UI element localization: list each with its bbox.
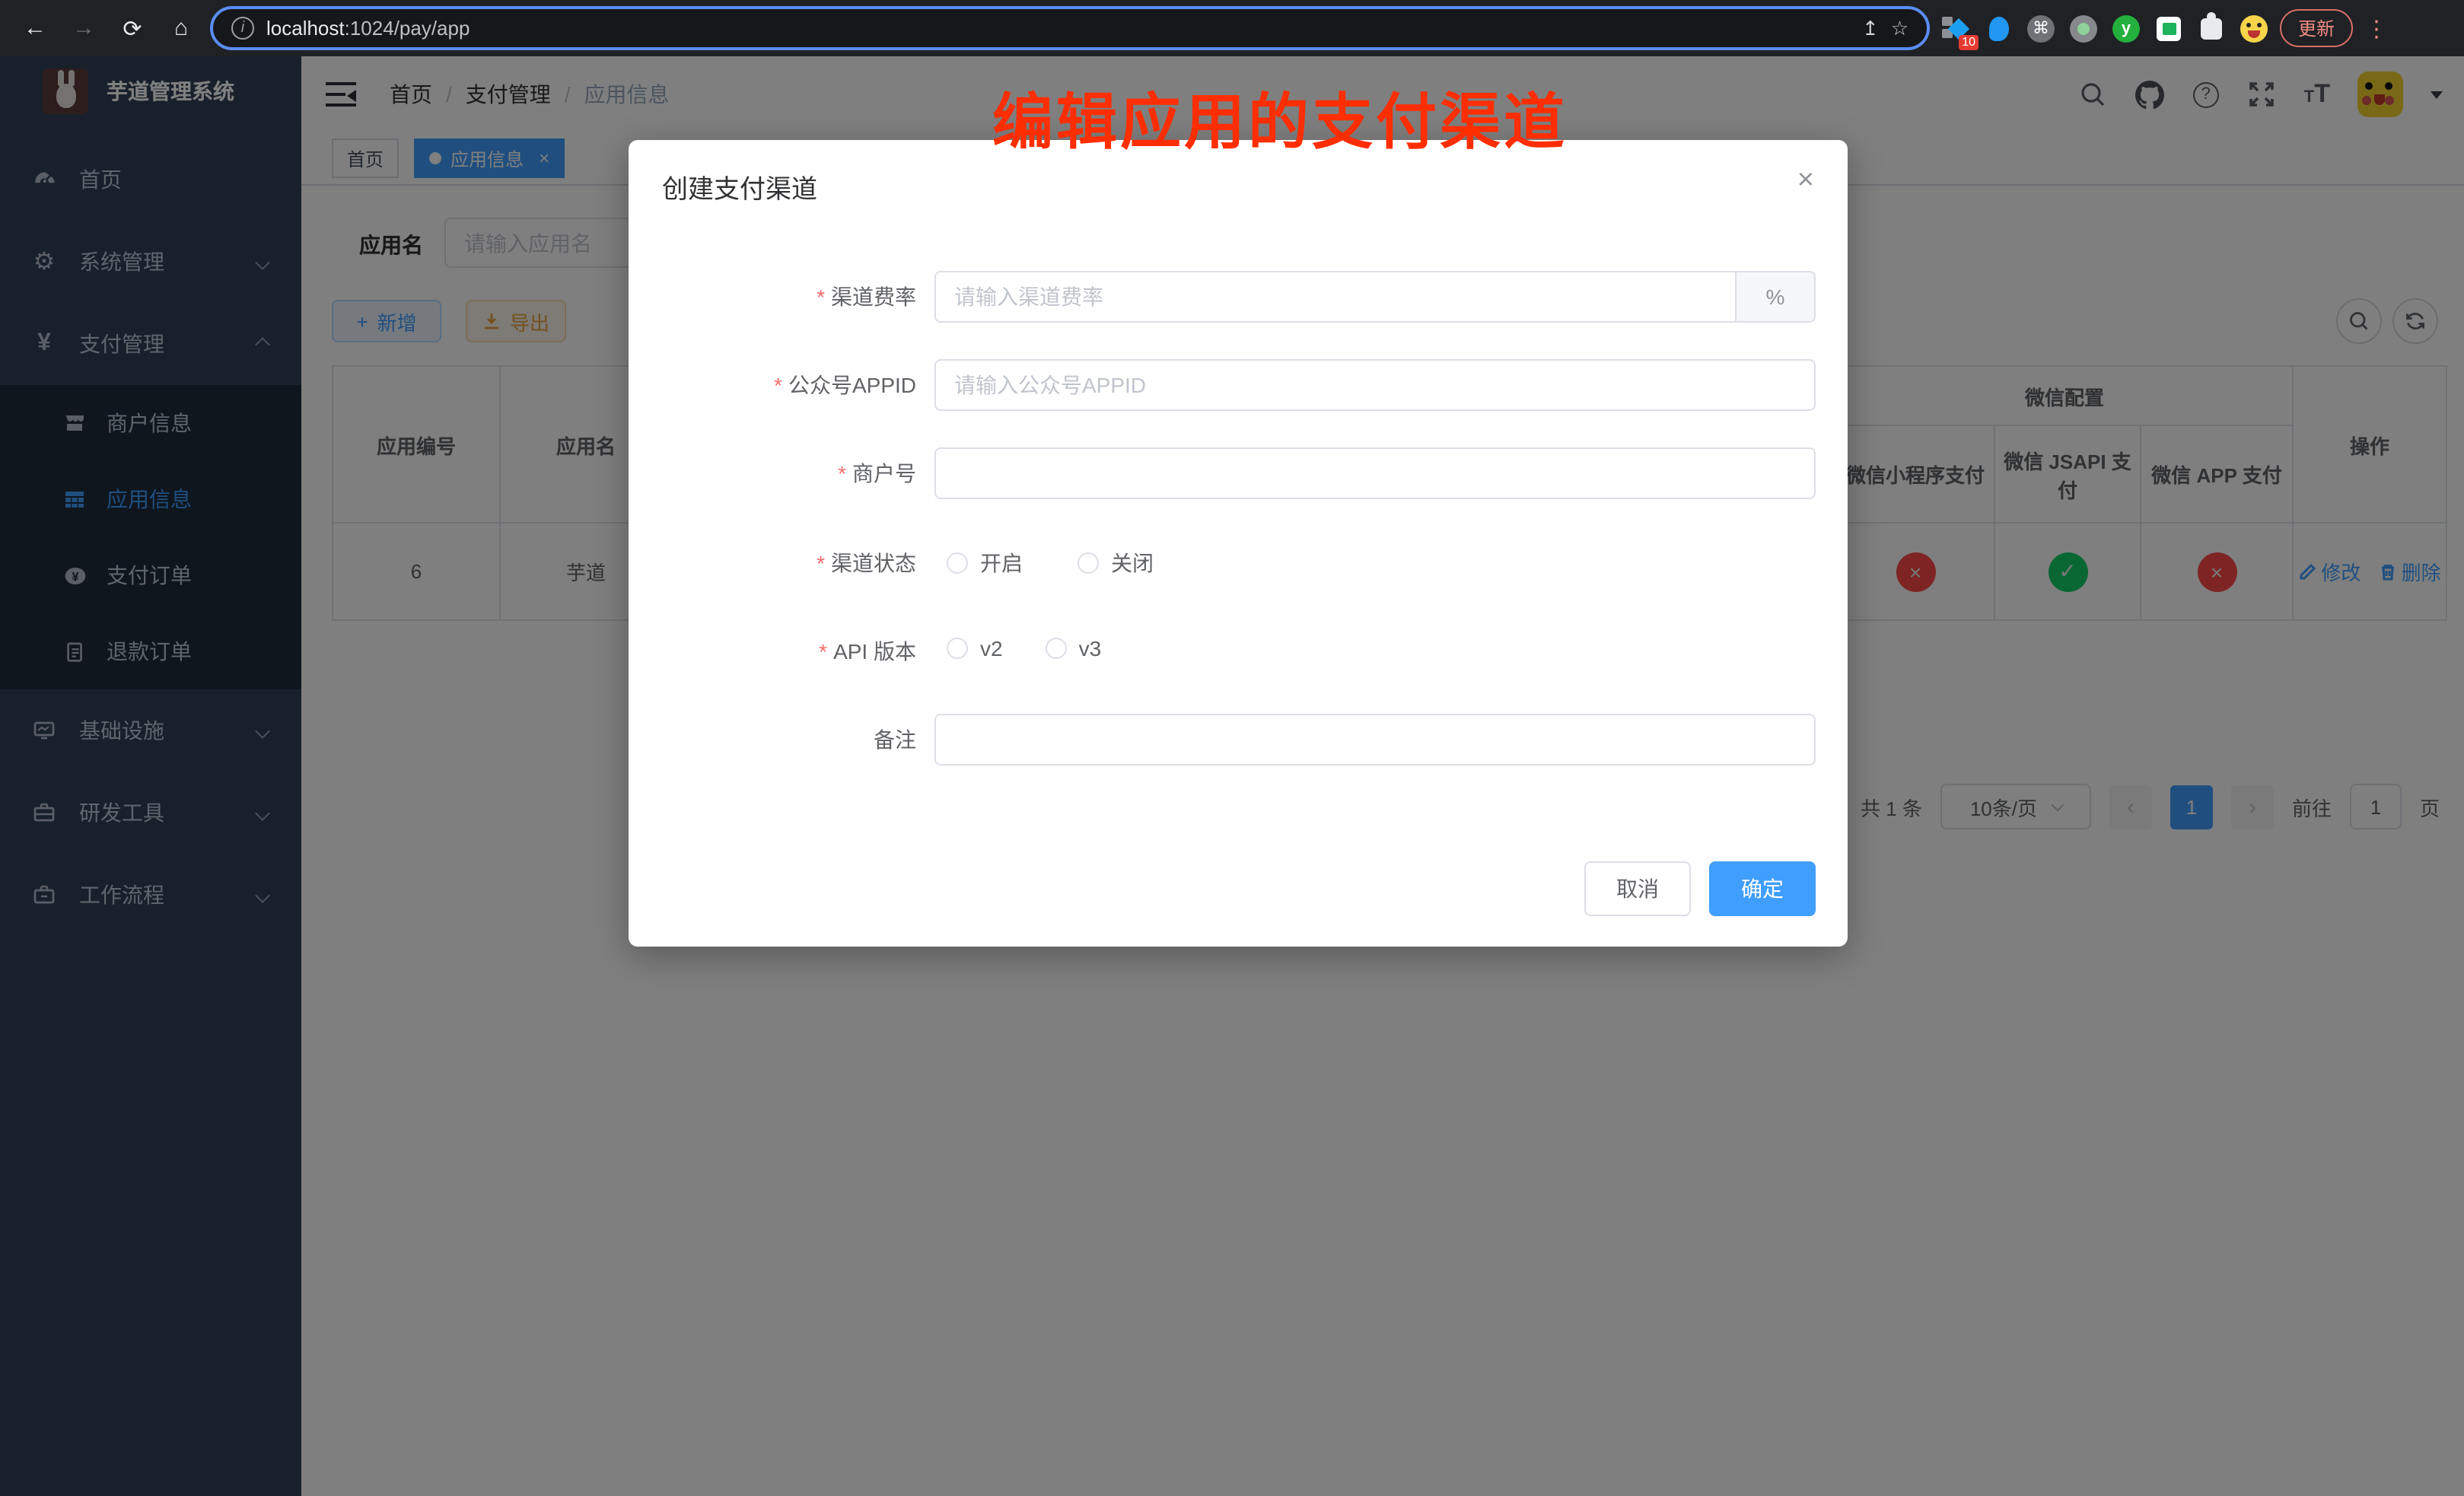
site-info-icon[interactable]: i [231, 17, 254, 40]
rate-label: *渠道费率 [629, 271, 916, 323]
page: 芋道管理系统 首页 ⚙ 系统管理 ¥ 支付管理 [0, 56, 2464, 1496]
required-mark: * [817, 285, 825, 309]
url-text[interactable]: localhost:1024/pay/app [266, 17, 1850, 40]
api-radio-v3[interactable]: v3 [1046, 636, 1102, 660]
balloon-shape [1988, 16, 2008, 40]
form-row-appid: *公众号APPID [629, 359, 1848, 411]
url-path: :1024/pay/app [345, 17, 470, 40]
label-text: 公众号APPID [788, 373, 916, 397]
merchant-label: *商户号 [629, 447, 916, 499]
dialog-title: 创建支付渠道 [662, 167, 817, 205]
bookmark-star-icon[interactable]: ☆ [1891, 16, 1908, 40]
puzzle-extension-icon[interactable] [2195, 10, 2228, 46]
remark-input[interactable] [934, 714, 1816, 766]
dot-extension-icon[interactable] [2067, 10, 2100, 46]
required-mark: * [817, 551, 825, 575]
form-row-remark: 备注 [629, 714, 1848, 766]
form-row-api-version: *API 版本 v2 v3 [629, 636, 1848, 667]
annotation-text: 编辑应用的支付渠道 [992, 73, 1568, 161]
remark-label: 备注 [629, 714, 916, 766]
merchant-input[interactable] [934, 447, 1816, 499]
browser-update-button[interactable]: 更新 [2280, 9, 2353, 47]
address-bar[interactable]: i localhost:1024/pay/app ↥ ☆ [210, 6, 1930, 50]
dot-glyph [2070, 14, 2097, 42]
label-text: 商户号 [852, 461, 916, 485]
chat-extension-icon[interactable] [2152, 10, 2185, 46]
radio-circle-icon [1046, 638, 1067, 659]
form-row-status: *渠道状态 开启 关闭 [629, 548, 1848, 578]
radio-circle-icon [947, 638, 968, 659]
browser-home-button[interactable]: ⌂ [161, 8, 201, 48]
api-version-label: *API 版本 [629, 636, 916, 667]
appid-input[interactable] [934, 359, 1816, 411]
api-radio-v2[interactable]: v2 [947, 636, 1003, 660]
label-text: 渠道状态 [831, 551, 916, 575]
dialog-close-icon[interactable]: × [1797, 164, 1814, 198]
radio-label: v3 [1079, 636, 1102, 660]
label-text: 备注 [874, 727, 916, 752]
rate-input[interactable] [934, 271, 1737, 323]
radio-circle-icon [1078, 552, 1099, 574]
radio-circle-icon [947, 552, 968, 574]
url-host: localhost [266, 17, 345, 40]
radio-label: v2 [980, 636, 1003, 660]
command-extension-icon[interactable]: ⌘ [2024, 10, 2058, 46]
form-row-rate: *渠道费率 % [629, 271, 1848, 323]
cancel-button[interactable]: 取消 [1584, 861, 1691, 916]
label-text: 渠道费率 [831, 285, 916, 309]
extension-badge-count: 10 [1959, 34, 1979, 49]
required-mark: * [819, 639, 827, 664]
browser-chrome: ← → ⟳ ⌂ i localhost:1024/pay/app ↥ ☆ 10 … [0, 0, 2464, 56]
browser-reload-button[interactable]: ⟳ [113, 8, 152, 48]
dialog-footer: 取消 确定 [1584, 861, 1816, 916]
browser-back-button[interactable]: ← [15, 8, 55, 48]
browser-menu-icon[interactable]: ⋮ [2362, 14, 2391, 42]
emoji-extension-icon[interactable] [2237, 10, 2271, 46]
screen: ← → ⟳ ⌂ i localhost:1024/pay/app ↥ ☆ 10 … [0, 0, 2464, 1496]
appid-label: *公众号APPID [629, 359, 916, 411]
balloon-extension-icon[interactable] [1982, 10, 2015, 46]
required-mark: * [774, 373, 782, 397]
status-radio-open[interactable]: 开启 [947, 548, 1023, 578]
required-mark: * [838, 461, 846, 485]
emoji-face-shape [2240, 14, 2268, 42]
puzzle-shape [2201, 18, 2222, 39]
command-glyph: ⌘ [2027, 14, 2055, 42]
status-label: *渠道状态 [629, 548, 916, 578]
rate-suffix: % [1737, 271, 1816, 323]
y-glyph: y [2112, 14, 2140, 42]
chat-shape [2157, 16, 2181, 40]
y-extension-icon[interactable]: y [2109, 10, 2143, 46]
confirm-button[interactable]: 确定 [1709, 861, 1816, 916]
status-radio-closed[interactable]: 关闭 [1078, 548, 1154, 578]
extension-badge-icon[interactable]: 10 [1939, 10, 1972, 46]
radio-label: 开启 [980, 548, 1023, 578]
create-pay-channel-dialog: 创建支付渠道 × *渠道费率 % *公众号APPID *商户号 [629, 140, 1848, 947]
browser-forward-button[interactable]: → [64, 8, 103, 48]
form-row-merchant: *商户号 [629, 447, 1848, 499]
radio-label: 关闭 [1111, 548, 1154, 578]
share-icon[interactable]: ↥ [1862, 16, 1879, 40]
label-text: API 版本 [833, 639, 916, 664]
